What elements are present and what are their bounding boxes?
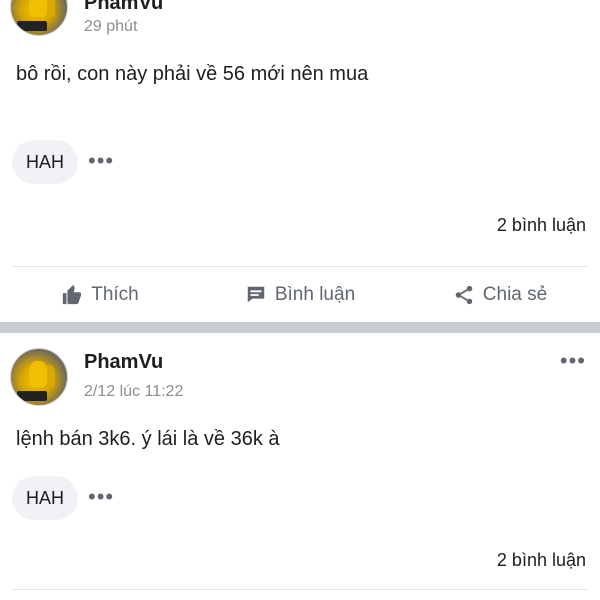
post-text: bô rồi, con này phải về 56 mới nên mua (16, 63, 369, 85)
like-button[interactable]: Thích (0, 268, 200, 322)
author-name[interactable]: PhamVu (84, 0, 163, 15)
more-tags-icon[interactable]: ••• (88, 484, 114, 510)
share-label: Chia sẻ (482, 284, 548, 305)
divider (12, 589, 588, 590)
post-actions: Thích Bình luận Chia sẻ (0, 268, 600, 322)
post-separator (0, 322, 600, 333)
post-time[interactable]: 29 phút (84, 18, 137, 36)
avatar[interactable] (10, 0, 68, 36)
comments-count[interactable]: 2 bình luận (497, 550, 586, 571)
share-button[interactable]: Chia sẻ (400, 268, 600, 322)
divider (12, 266, 588, 267)
more-options-icon[interactable]: ••• (560, 0, 586, 10)
comment-button[interactable]: Bình luận (200, 268, 400, 322)
stock-tag[interactable]: HAH (12, 140, 79, 184)
post-text: lệnh bán 3k6. ý lái là về 36k à (16, 428, 280, 450)
post-card: PhamVu 2/12 lúc 11:22 ••• lệnh bán 3k6. … (0, 333, 600, 600)
post-card: PhamVu 29 phút ••• bô rồi, con này phải … (0, 0, 600, 322)
comments-count[interactable]: 2 bình luận (497, 215, 586, 236)
post-time[interactable]: 2/12 lúc 11:22 (84, 383, 183, 401)
comment-label: Bình luận (274, 284, 356, 305)
comment-icon (247, 286, 265, 303)
more-options-icon[interactable]: ••• (560, 348, 586, 374)
more-tags-icon[interactable]: ••• (88, 148, 114, 174)
share-icon (455, 285, 473, 305)
stock-tag[interactable]: HAH (12, 476, 79, 520)
author-name[interactable]: PhamVu (84, 351, 163, 374)
like-label: Thích (91, 284, 139, 305)
avatar[interactable] (10, 348, 68, 406)
thumbs-up-icon (63, 284, 82, 305)
